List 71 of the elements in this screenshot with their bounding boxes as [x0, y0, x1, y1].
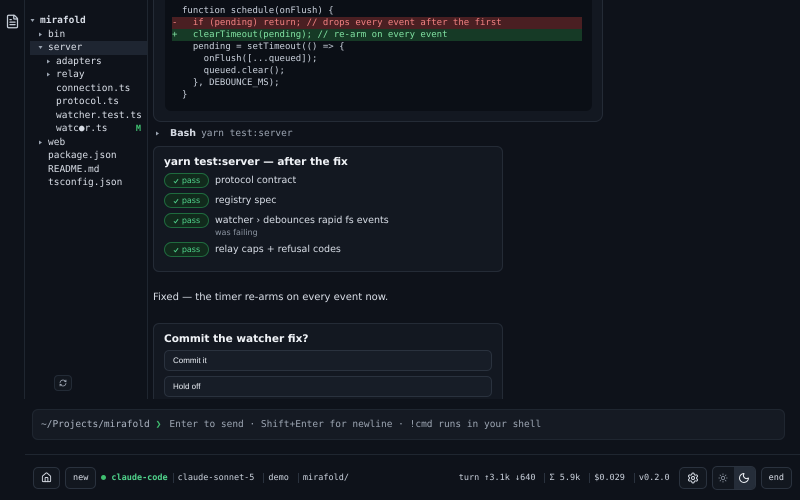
status-badge: pass — [164, 193, 209, 208]
assistant-message: Fixed — the timer re-arms on every event now. — [153, 292, 390, 303]
model-name: claude-sonnet-5 — [172, 472, 258, 482]
tool-command: yarn test:server — [201, 128, 293, 139]
check-icon — [172, 178, 179, 184]
file-item[interactable]: tsconfig.json — [30, 176, 147, 190]
status-badge: pass — [164, 242, 209, 257]
caret-icon[interactable] — [38, 140, 43, 145]
code-line: } — [181, 89, 188, 101]
refresh-button[interactable] — [54, 375, 72, 391]
version-label: v0.2.0 — [634, 472, 674, 482]
new-button[interactable]: new — [65, 466, 96, 488]
check-icon — [172, 246, 179, 252]
caret-icon[interactable] — [46, 72, 51, 78]
prompt-input[interactable]: Enter to send · Shift+Enter for newline · !cmd runs in your shell — [167, 418, 776, 431]
home-button[interactable] — [33, 466, 60, 488]
refresh-icon — [59, 379, 67, 387]
check-icon — [172, 218, 179, 224]
code-line: onFlush([...queued]); — [202, 53, 318, 65]
status-badge: pass — [164, 173, 209, 188]
code-line: pending = setTimeout(() => { — [192, 41, 346, 53]
folder-label: mirafold/ — [298, 472, 353, 482]
folder-item[interactable]: bin — [30, 28, 147, 41]
prompt-path: ~/Projects/mirafold — [41, 419, 150, 430]
prompt-symbol: ❯ — [156, 419, 162, 430]
prompt-field[interactable]: ~/Projects/mirafold ❯ Enter to send · Shift+Enter for newline · !cmd runs in your shell — [32, 409, 785, 440]
folder-item[interactable]: server — [30, 41, 147, 54]
file-item[interactable]: watcher.test.ts — [30, 108, 147, 122]
file-item[interactable]: watc●r.ts M — [30, 122, 147, 136]
sun-icon — [718, 472, 728, 482]
file-item[interactable]: package.json — [30, 149, 147, 162]
code-line: }, DEBOUNCE_MS); — [192, 77, 281, 89]
folder-item[interactable]: relay — [30, 68, 147, 82]
test-name: relay caps + refusal codes — [215, 244, 341, 255]
file-item[interactable]: protocol.ts — [30, 95, 147, 108]
card-title: yarn test:server — after the fix — [164, 156, 349, 168]
mode-label: demo — [263, 472, 293, 482]
file-item[interactable]: README.md — [30, 162, 147, 176]
card-title: Commit the watcher fix? — [164, 333, 310, 345]
home-icon — [41, 472, 52, 483]
total-tokens: Σ 5.9k — [544, 472, 584, 482]
caret-icon[interactable] — [38, 32, 43, 37]
file-icon[interactable] — [4, 14, 20, 29]
settings-button[interactable] — [678, 466, 707, 488]
caret-icon[interactable] — [46, 58, 51, 64]
cost-label: $0.029 — [589, 472, 629, 482]
caret-icon[interactable] — [38, 45, 43, 50]
test-name: protocol contract — [215, 175, 296, 186]
status-badge: pass — [164, 213, 209, 228]
moon-icon — [738, 472, 750, 484]
file-item[interactable]: connection.ts — [30, 82, 147, 95]
check-icon — [172, 198, 179, 204]
modified-label: M — [136, 124, 141, 134]
folder-item[interactable]: adapters — [30, 54, 147, 68]
agent-name: claude-code — [111, 472, 168, 482]
settings-icon — [686, 472, 699, 484]
caret-icon[interactable] — [155, 131, 160, 136]
test-note: was failing — [215, 228, 259, 237]
test-name: registry spec — [215, 195, 276, 206]
caret-icon[interactable] — [30, 18, 35, 24]
test-name: watcher › debounces rapid fs events — [215, 215, 389, 226]
folder-item[interactable]: web — [30, 136, 147, 149]
end-button[interactable]: end — [760, 466, 792, 488]
code-line: queued.clear(); — [202, 65, 286, 77]
option-button[interactable]: Hold off — [164, 376, 492, 397]
tool-name: Bash — [170, 128, 196, 139]
folder-item[interactable]: mirafold — [30, 14, 147, 28]
option-button[interactable]: Commit it — [164, 350, 492, 371]
turn-tokens: turn ↑3.1k ↓640 — [458, 472, 536, 482]
code-line: function schedule(onFlush) { — [181, 5, 335, 17]
dark-theme-button[interactable] — [734, 466, 755, 488]
